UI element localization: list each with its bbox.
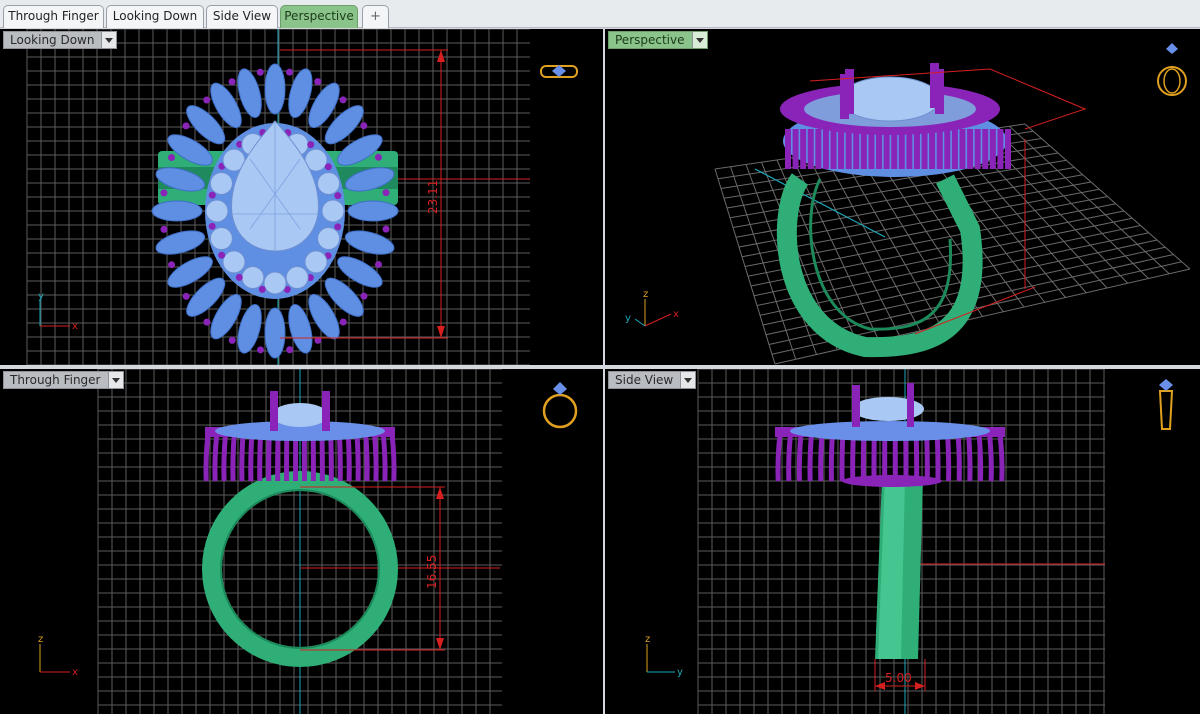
dimension-arrow-top xyxy=(436,487,444,499)
halo-stones xyxy=(790,421,990,441)
tab-side-view[interactable]: Side View xyxy=(206,5,278,28)
axis-indicator-x xyxy=(644,313,672,327)
tab-perspective[interactable]: Perspective xyxy=(280,5,358,28)
viewport-menu-side-view[interactable]: Side View xyxy=(608,371,697,389)
chevron-down-icon[interactable] xyxy=(107,372,123,388)
prong-gallery xyxy=(775,433,1005,482)
dimension-arrow-bottom xyxy=(437,326,445,338)
dimension-arrow-top xyxy=(437,50,445,62)
axis-label-z: z xyxy=(645,634,650,645)
viewport-through-finger[interactable]: 16.55 z x Through Finger xyxy=(0,369,603,714)
center-gem xyxy=(839,76,941,122)
perspective-scene: z y x xyxy=(625,43,1191,365)
gallery-base xyxy=(842,475,942,487)
axis-label-z: z xyxy=(643,289,648,300)
axis-label-x: x xyxy=(72,321,78,332)
viewport-menu-perspective[interactable]: Perspective xyxy=(608,31,708,49)
axis-label-y: y xyxy=(38,291,44,302)
viewport-label: Through Finger xyxy=(10,373,101,387)
viewport-side-view[interactable]: 5.00 z y Side View xyxy=(605,369,1200,714)
axis-label-z: z xyxy=(38,634,43,645)
add-tab-button[interactable]: + xyxy=(362,5,389,28)
ring-side-view-icon[interactable] xyxy=(1158,379,1174,430)
viewport-tab-bar: Through Finger Looking Down Side View Pe… xyxy=(0,0,1200,28)
center-gem xyxy=(272,403,328,427)
add-icon: + xyxy=(370,9,381,24)
viewport-label: Side View xyxy=(615,373,674,387)
ring-front-view-icon[interactable] xyxy=(542,382,578,429)
viewport-menu-through-finger[interactable]: Through Finger xyxy=(3,371,124,389)
tab-through-finger[interactable]: Through Finger xyxy=(3,5,104,28)
chevron-down-icon[interactable] xyxy=(680,372,696,388)
center-prong-right xyxy=(907,383,914,427)
center-prong-left xyxy=(852,385,860,427)
dimension-label: 5.00 xyxy=(885,671,912,685)
axis-label-x: x xyxy=(673,309,679,320)
ring-perspective-icon[interactable] xyxy=(1157,43,1187,96)
viewport-looking-down[interactable]: 23.11 y x Looking Down xyxy=(0,29,603,365)
looking-down-scene: 23.11 y x xyxy=(26,29,578,365)
chevron-down-icon[interactable] xyxy=(691,32,707,48)
through-finger-scene: 16.55 z x xyxy=(38,369,578,714)
dimension-arrow-bottom xyxy=(436,638,444,650)
viewport-label: Perspective xyxy=(615,33,685,47)
chevron-down-icon[interactable] xyxy=(101,32,117,48)
axis-label-x: x xyxy=(72,667,78,678)
tab-looking-down[interactable]: Looking Down xyxy=(106,5,204,28)
ring-top-view-icon[interactable] xyxy=(540,65,578,78)
dimension-arrow-right xyxy=(915,682,925,690)
axis-indicator-y xyxy=(634,318,646,327)
viewport-menu-looking-down[interactable]: Looking Down xyxy=(3,31,118,49)
axis-label-y: y xyxy=(625,313,631,324)
center-prong-right xyxy=(322,391,330,431)
dimension-label: 23.11 xyxy=(426,180,440,214)
center-prong-left xyxy=(270,391,278,431)
side-view-scene: 5.00 z y xyxy=(645,369,1174,714)
viewport-label: Looking Down xyxy=(10,33,95,47)
axis-label-y: y xyxy=(677,667,683,678)
viewport-perspective[interactable]: z y x Perspective xyxy=(605,29,1200,365)
dimension-label: 16.55 xyxy=(425,555,439,589)
